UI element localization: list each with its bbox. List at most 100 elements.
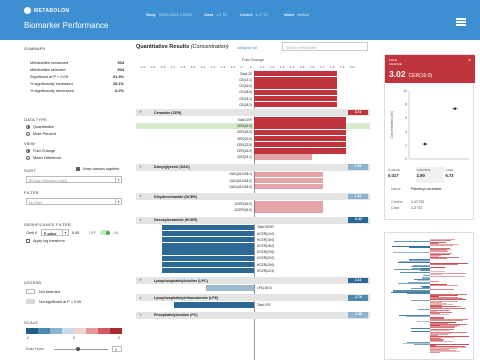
metabolite-label: CE(18:2) <box>239 102 252 107</box>
metabolite-bar[interactable] <box>254 129 346 135</box>
logo-text: METABOLON <box>34 7 70 14</box>
axis-tick-label: 1.8 <box>330 65 335 69</box>
plot-tick-label: 4 <box>405 130 407 134</box>
metabolite-bar[interactable] <box>254 142 346 148</box>
metabolite-bar[interactable] <box>162 261 254 268</box>
omit-if-label: Omit if <box>26 231 37 235</box>
metabolite-bar[interactable] <box>254 184 323 190</box>
metabolite-bar[interactable] <box>254 83 337 89</box>
metabolite-label: CER(24:1) <box>236 155 252 160</box>
metabolite-bar[interactable] <box>254 177 323 184</box>
minimap-line <box>430 271 445 272</box>
metabolite-bar[interactable] <box>254 171 323 177</box>
plot-tick-label: 0 <box>405 157 407 161</box>
metabolite-bar[interactable] <box>254 154 312 160</box>
metabolite-bar[interactable] <box>173 302 254 308</box>
close-icon[interactable]: × <box>468 58 471 64</box>
minimap-line <box>411 288 430 290</box>
metabolite-label: DCER(18:0) <box>234 208 252 213</box>
axis-tick-label: 1.2 <box>270 65 275 69</box>
keep-classes-checkbox[interactable]: Keep classes together <box>76 167 120 171</box>
scale-factor-input[interactable]: 2 <box>112 346 122 352</box>
radio-selected-icon <box>26 124 30 129</box>
class-fold-badge: 1.42 <box>348 193 368 200</box>
radio-quantitative[interactable]: Quantitative <box>26 124 54 129</box>
hamburger-menu-icon[interactable] <box>456 18 466 26</box>
metabolite-bar[interactable] <box>254 89 337 95</box>
class-fold-badge: 2.14 <box>348 277 368 284</box>
filter-select[interactable]: No Filter ▼ <box>26 198 122 205</box>
class-group-header[interactable]: ▼ Ceramide (CER) 3.74 <box>136 109 370 117</box>
metabolite-bar[interactable] <box>254 117 346 123</box>
metabolite-bar[interactable] <box>254 207 323 213</box>
class-group-header[interactable]: ▼ Hexosylceramide (HCER) -3.32 <box>136 216 370 224</box>
axis-tick-label: -1.7 <box>170 65 176 69</box>
metabolite-label: HCER(22:0) <box>257 256 275 261</box>
axis-tick-label: 1.3 <box>280 65 285 69</box>
plot-y-label: Concentration (uM) <box>390 111 394 138</box>
class-group-header[interactable]: ▼ Diacylglycerol (DAG) 1.25 <box>136 163 370 171</box>
p-value-select[interactable]: P-value ▼ <box>41 229 69 236</box>
metabolite-bar[interactable] <box>254 102 337 108</box>
metabolite-bar[interactable] <box>162 268 254 274</box>
summary-row: Metabolites measured 934 <box>30 60 124 65</box>
sort-select[interactable]: Biology (Standard order) ▼ <box>26 176 122 183</box>
metabolite-bar[interactable] <box>254 135 346 142</box>
metabolite-bar[interactable] <box>162 230 254 237</box>
class-group-header[interactable]: ▼ Phosphatidylcholine (PC) -1.35 <box>136 311 370 319</box>
radio-fold-change[interactable]: Fold Change <box>26 148 55 153</box>
metabolite-bar[interactable] <box>254 201 323 207</box>
class-group-header[interactable]: ▼ Lysophosphatidylcholine (LPC) 2.14 <box>136 277 370 285</box>
metabolite-label: HCER(24:0) <box>257 262 275 267</box>
scale-factor-handle[interactable] <box>76 347 81 351</box>
radio-mole-percent[interactable]: Mole Percent <box>26 131 56 136</box>
metabolite-bar[interactable] <box>162 237 254 243</box>
axis-tick-label: 2.0 <box>350 65 355 69</box>
plot-tick-label: 2 <box>405 143 407 147</box>
metabolite-bar[interactable] <box>162 224 254 230</box>
metabolite-bar[interactable] <box>162 249 254 255</box>
view-title: VIEW <box>24 141 36 146</box>
scale-factor-track[interactable] <box>54 349 108 350</box>
radio-mean-difference[interactable]: Mean Difference <box>26 155 61 160</box>
overview-minimap[interactable] <box>384 232 474 360</box>
minimap-line <box>411 331 430 332</box>
axis-tick-label: -1.9 <box>150 65 156 69</box>
significance-toggle[interactable] <box>100 230 110 235</box>
axis-tick-label: -1.5 <box>190 65 196 69</box>
chevron-down-icon: ▼ <box>139 295 142 300</box>
class-group-header[interactable]: ▼ Lysophosphatidylethanolamine (LPE) -1.76 <box>136 294 370 302</box>
plot-point <box>423 142 427 146</box>
metabolite-bar[interactable] <box>254 123 346 129</box>
filter-title: FILTER <box>24 190 39 195</box>
chevron-down-icon: ▼ <box>139 110 142 115</box>
apply-log-checkbox[interactable]: Apply log transform <box>26 239 65 243</box>
axis-tick-label: 1.9 <box>340 65 345 69</box>
axis-tick-label: 1.4 <box>290 65 295 69</box>
metabolite-bar[interactable] <box>254 148 346 154</box>
minimap-line <box>399 272 430 273</box>
stat-control: CONTROL 1.90 <box>415 167 445 183</box>
stat-case: CASE 5.73 <box>445 168 454 178</box>
metabolite-label: CE(16:0) <box>239 84 252 89</box>
class-fold-badge: -1.35 <box>348 312 368 318</box>
metabolite-label: Total HCER <box>257 225 274 230</box>
threshold-value[interactable]: 0.05 <box>72 231 79 235</box>
class-group-header[interactable]: ▼ Dihydroceramide (DCER) 1.42 <box>136 193 370 201</box>
radio-selected-icon <box>26 148 30 153</box>
search-input[interactable]: Search Metabolites <box>282 42 368 51</box>
collapse-all-link[interactable]: collapse all <box>237 45 257 50</box>
scale-swatch <box>110 328 123 334</box>
axis-tick-label: -1.4 <box>200 65 206 69</box>
minimap-line <box>430 276 465 277</box>
class-name: Lysophosphatidylethanolamine (LPE) <box>154 295 219 300</box>
detail-case-row: Case 1.2 TG <box>391 206 422 210</box>
metabolite-bar[interactable] <box>162 243 254 249</box>
metabolite-bar[interactable] <box>205 285 254 291</box>
results-title: Quantitative Results (Concentration) <box>136 44 229 50</box>
metabolite-bar[interactable] <box>162 255 254 261</box>
metabolite-bar[interactable] <box>254 71 337 77</box>
metabolite-bar[interactable] <box>254 95 337 102</box>
class-fold-badge: 3.74 <box>348 109 368 116</box>
metabolite-bar[interactable] <box>254 77 337 83</box>
